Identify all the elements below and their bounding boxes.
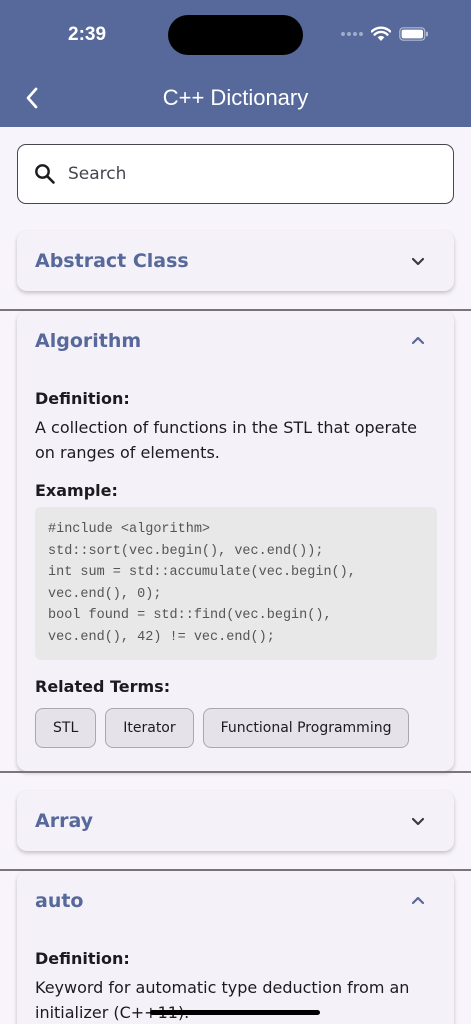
code-example: #include <algorithm> std::sort(vec.begin… [35, 507, 437, 660]
page-title: C++ Dictionary [162, 85, 309, 110]
dynamic-island [168, 15, 303, 55]
related-chip-iterator[interactable]: Iterator [105, 708, 194, 748]
definition-text: Keyword for automatic type deduction fro… [35, 975, 445, 1024]
code-line: vec.end(), 0); [48, 586, 162, 602]
term-title: Array [35, 810, 94, 832]
definition-line: Keyword for automatic type deduction fro… [35, 978, 410, 997]
search-icon [35, 164, 55, 184]
term-card-auto: auto Definition: Keyword for automatic t… [17, 871, 454, 1024]
term-header-algorithm[interactable]: Algorithm [17, 311, 454, 371]
related-chip-functional-programming[interactable]: Functional Programming [202, 708, 410, 748]
chevron-up-icon [411, 336, 425, 345]
chevron-down-icon [411, 257, 425, 266]
wifi-icon [371, 26, 391, 41]
definition-label: Definition: [35, 389, 130, 408]
related-terms: STL Iterator Functional Programming [35, 708, 410, 748]
definition-label: Definition: [35, 949, 130, 968]
chevron-down-icon [411, 817, 425, 826]
code-line: vec.end(), 42) != vec.end(); [48, 629, 275, 645]
code-line: #include <algorithm> [48, 522, 211, 537]
app-bar: 2:39 C++ Dictionary [0, 0, 471, 127]
status-time: 2:39 [68, 24, 107, 45]
definition-line: A collection of functions in the STL tha… [35, 418, 417, 437]
term-card-algorithm: Algorithm Definition: A collection of fu… [17, 311, 454, 771]
definition-text: A collection of functions in the STL tha… [35, 415, 445, 465]
term-header-abstract-class[interactable]: Abstract Class [17, 231, 454, 291]
term-header-array[interactable]: Array [17, 791, 454, 851]
home-indicator[interactable] [150, 1010, 320, 1015]
term-card-abstract-class: Abstract Class [17, 231, 454, 291]
example-label: Example: [35, 481, 118, 500]
search-input[interactable] [68, 161, 438, 187]
chevron-up-icon [411, 896, 425, 905]
status-icons [341, 26, 429, 42]
term-header-auto[interactable]: auto [17, 871, 454, 931]
related-terms-label: Related Terms: [35, 677, 171, 696]
battery-icon [399, 27, 428, 41]
term-card-array: Array [17, 791, 454, 851]
related-chip-stl[interactable]: STL [35, 708, 97, 748]
cellular-signal-icon [341, 32, 363, 36]
code-line: int sum = std::accumulate(vec.begin(), [48, 565, 356, 580]
code-line: bool found = std::find(vec.begin(), [48, 608, 332, 623]
term-title: Abstract Class [35, 250, 189, 272]
search-field[interactable] [17, 144, 454, 204]
code-line: std::sort(vec.begin(), vec.end()); [48, 543, 324, 559]
definition-line: on ranges of elements. [35, 443, 220, 462]
term-title: auto [35, 890, 84, 912]
divider [0, 771, 471, 773]
term-title: Algorithm [35, 330, 142, 352]
